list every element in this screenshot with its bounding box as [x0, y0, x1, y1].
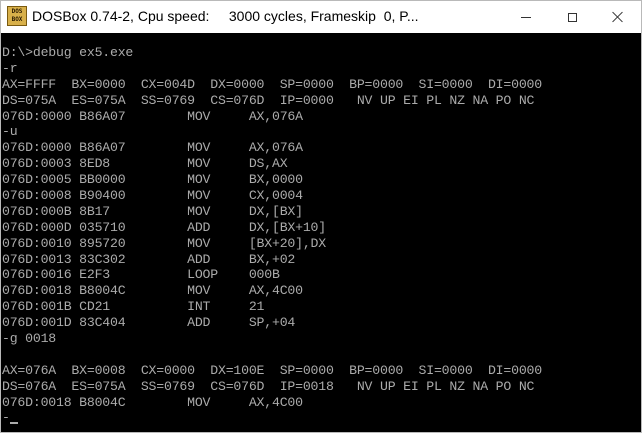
prompt-char: - [2, 410, 10, 426]
terminal-line: 076D:0016 E2F3 LOOP 000B [2, 267, 280, 283]
close-icon [612, 11, 624, 23]
title-bar[interactable]: DOS BOX DOSBox 0.74-2, Cpu speed: 3000 c… [1, 1, 641, 33]
terminal-line: 076D:000D 035710 ADD DX,[BX+10] [2, 219, 326, 235]
dosbox-window: DOS BOX DOSBox 0.74-2, Cpu speed: 3000 c… [0, 0, 642, 433]
terminal-line: DS=076A ES=075A SS=0769 CS=076D IP=0018 … [2, 378, 535, 394]
terminal-line: -g 0018 [2, 331, 56, 347]
terminal-output: D:\>debug ex5.exe -r AX=FFFF BX=0000 CX=… [2, 45, 542, 426]
dosbox-icon: DOS BOX [7, 6, 27, 26]
maximize-icon [567, 12, 577, 22]
terminal-line: 076D:0018 B8004C MOV AX,4C00 [2, 394, 303, 410]
terminal-line: 076D:0010 895720 MOV [BX+20],DX [2, 235, 326, 251]
minimize-button[interactable] [503, 1, 549, 33]
terminal-line: 076D:0003 8ED8 MOV DS,AX [2, 156, 288, 172]
terminal-line: 076D:0013 83C302 ADD BX,+02 [2, 251, 296, 267]
terminal-line: 076D:0008 B90400 MOV CX,0004 [2, 188, 303, 204]
terminal-line: 076D:0000 B86A07 MOV AX,076A [2, 108, 303, 124]
terminal-line: 076D:000B 8B17 MOV DX,[BX] [2, 203, 303, 219]
terminal-line: AX=076A BX=0008 CX=0000 DX=100E SP=0000 … [2, 362, 542, 378]
terminal-line: 076D:0005 BB0000 MOV BX,0000 [2, 172, 303, 188]
terminal-line: 076D:0000 B86A07 MOV AX,076A [2, 140, 303, 156]
terminal-line: AX=FFFF BX=0000 CX=004D DX=0000 SP=0000 … [2, 76, 542, 92]
terminal-line: 076D:001D 83C404 ADD SP,+04 [2, 315, 296, 331]
close-button[interactable] [595, 1, 641, 33]
text-cursor [9, 422, 18, 425]
dos-terminal[interactable]: D:\>debug ex5.exe -r AX=FFFF BX=0000 CX=… [1, 33, 641, 432]
terminal-line: -u [2, 124, 18, 140]
terminal-line: DS=075A ES=075A SS=0769 CS=076D IP=0000 … [2, 92, 535, 108]
terminal-line: 076D:001B CD21 INT 21 [2, 299, 265, 315]
terminal-line: 076D:0018 B8004C MOV AX,4C00 [2, 283, 303, 299]
maximize-button[interactable] [549, 1, 595, 33]
terminal-line: D:\>debug ex5.exe [2, 45, 134, 60]
terminal-line: -r [2, 60, 18, 76]
minimize-icon [521, 16, 531, 18]
command-prompt[interactable]: - [2, 410, 542, 426]
window-title: DOSBox 0.74-2, Cpu speed: 3000 cycles, F… [32, 8, 419, 24]
